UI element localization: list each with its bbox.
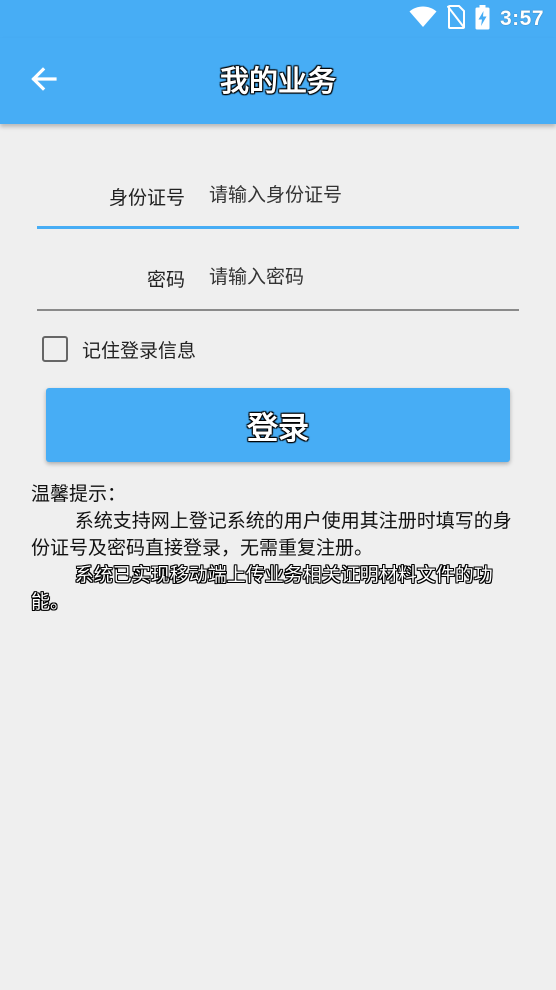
page-title: 我的业务 — [219, 64, 336, 98]
login-screen: 3:57 我的业务 身份证号 密码 记住登录信息 登录 温馨提示： 系统支持网上… — [0, 0, 556, 990]
password-label: 密码 — [146, 269, 185, 291]
app-bar: 我的业务 — [0, 38, 556, 124]
id-number-label: 身份证号 — [108, 187, 185, 209]
tips-paragraph-2: 系统已实现移动端上传业务相关证明材料文件的功能。 — [31, 564, 493, 613]
status-time: 3:57 — [499, 7, 544, 30]
password-underline — [37, 309, 519, 311]
remember-checkbox[interactable] — [42, 336, 68, 362]
login-button[interactable]: 登录 — [46, 388, 510, 462]
no-sim-icon — [446, 5, 466, 33]
wifi-icon — [409, 6, 437, 32]
status-bar: 3:57 — [0, 0, 556, 38]
id-number-underline — [37, 226, 519, 229]
tips-title: 温馨提示： — [31, 483, 127, 505]
login-button-label: 登录 — [247, 410, 309, 447]
tips-paragraph-1: 系统支持网上登记系统的用户使用其注册时填写的身份证号及密码直接登录，无需重复注册… — [31, 510, 512, 559]
id-number-input[interactable] — [209, 179, 509, 211]
status-icons: 3:57 — [409, 4, 544, 34]
password-input[interactable] — [209, 261, 509, 293]
remember-login-option[interactable]: 记住登录信息 — [42, 334, 196, 364]
password-row: 密码 — [37, 251, 519, 311]
remember-label: 记住登录信息 — [82, 339, 197, 362]
tips-block: 温馨提示： 系统支持网上登记系统的用户使用其注册时填写的身份证号及密码直接登录，… — [31, 481, 521, 616]
id-number-row: 身份证号 — [37, 169, 519, 229]
battery-charging-icon — [475, 4, 490, 34]
back-button[interactable] — [22, 59, 66, 103]
arrow-left-icon — [31, 66, 57, 96]
